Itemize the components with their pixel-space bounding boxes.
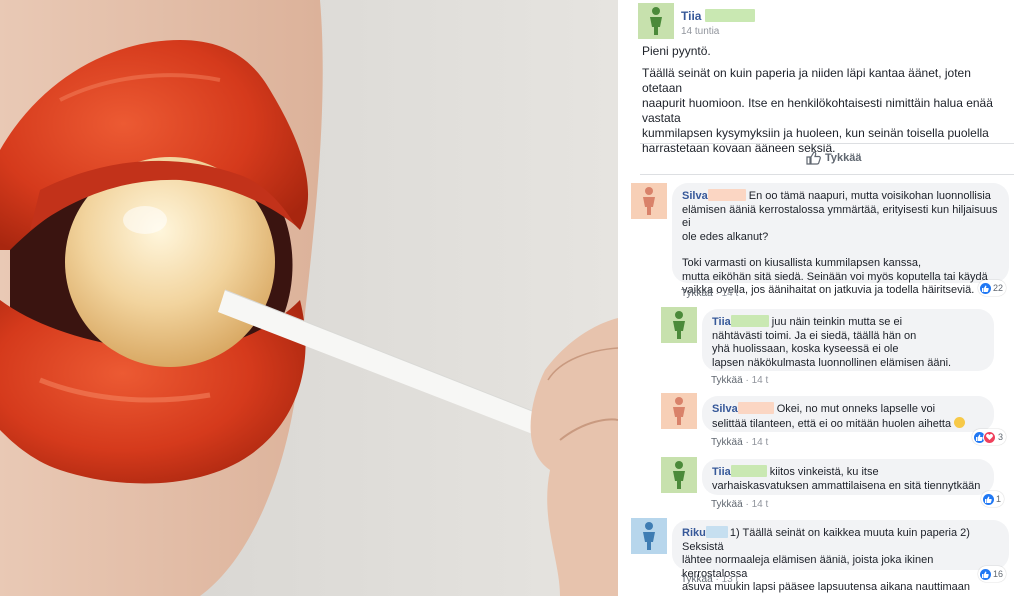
post-like-label[interactable]: Tykkää [825, 152, 862, 164]
comment-like-link[interactable]: Tykkää [711, 499, 743, 510]
reaction-summary[interactable]: 3 [972, 429, 1007, 445]
comment-bubble: Tiia juu näin teinkin mutta se ei nähtävä… [702, 309, 994, 371]
comment-like-link[interactable]: Tykkää [681, 288, 713, 299]
author-name-text[interactable]: Tiia [681, 9, 701, 23]
comment-time[interactable]: 14 t [722, 288, 739, 299]
commenter-avatar[interactable] [661, 307, 697, 343]
reaction-count: 16 [993, 569, 1004, 579]
redacted-surname [707, 189, 746, 201]
reaction-count: 1 [996, 494, 1002, 504]
user-icon [643, 187, 655, 215]
user-icon [673, 461, 685, 489]
commenter-name[interactable]: Silva [712, 403, 738, 415]
post-body-line: Täällä seinät on kuin paperia ja niiden … [642, 66, 971, 95]
comment-text: kiitos vinkeistä, ku itse [769, 466, 879, 478]
comment-meta: Tykkää · 14 t [711, 375, 768, 386]
reaction-count: 22 [993, 283, 1004, 293]
comment-text: yhä huolissaan, koska kyseessä ei ole [712, 343, 899, 355]
comment-bubble: Riku 1) Täällä seinät on kaikkea muuta ku… [672, 520, 1009, 593]
user-icon [643, 522, 655, 550]
user-icon [673, 397, 685, 425]
post-author-name[interactable]: Tiia [681, 9, 755, 23]
lips-illustration [0, 0, 618, 596]
post-intro: Pieni pyyntö. [642, 44, 711, 58]
comment-text: nähtävästi toimi. Ja ei siedä, täällä hä… [712, 329, 917, 342]
reaction-summary[interactable]: 16 [978, 566, 1007, 582]
comment-text: lapsen näkökulmasta luonnollinen elämise… [712, 356, 952, 369]
redacted-surname [730, 315, 769, 327]
comment-meta: Tykkää · 14 t [711, 437, 768, 448]
commenter-name[interactable]: Riku [682, 527, 706, 539]
divider [640, 174, 1014, 175]
comment-text: selittää tilanteen, että ei oo mitään hu… [712, 417, 952, 430]
comment-meta: Tykkää · 14 t [681, 288, 738, 299]
commenter-name[interactable]: Tiia [712, 316, 731, 328]
comment-meta: Tykkää · 13 t [681, 574, 738, 585]
comment-text: mutta eiköhän sitä siedä. Seinään voi my… [682, 270, 988, 283]
post-body-line: kummilapsen kysymyksiin ja huoleen, kun … [642, 126, 989, 140]
post-author-avatar[interactable] [638, 3, 674, 39]
smile-emoji-icon [954, 416, 966, 428]
reaction-count: 3 [998, 432, 1004, 442]
post-like-button[interactable]: Tykkää [806, 151, 862, 165]
like-reaction-icon [983, 493, 994, 505]
comment-time[interactable]: 14 t [752, 375, 769, 386]
comment-bubble: Tiia kiitos vinkeistä, ku itse varhaiskas… [702, 459, 994, 495]
like-reaction-icon [980, 282, 991, 294]
commenter-name[interactable]: Silva [682, 190, 708, 202]
comment-bubble: Silva Okei, no mut onneks lapselle voi se… [702, 396, 994, 432]
comment-text: ole edes alkanut? [682, 230, 769, 243]
like-reaction-icon [980, 568, 991, 580]
comment-time[interactable]: 14 t [752, 499, 769, 510]
comment-text: elämisen ääniä kerrostalossa ymmärtää, e… [682, 203, 998, 230]
facebook-post-panel: Tiia 14 tuntia Pieni pyyntö. Täällä sein… [620, 0, 1017, 596]
comment-text: juu näin teinkin mutta se ei [771, 316, 903, 328]
post-timestamp[interactable]: 14 tuntia [681, 26, 719, 37]
commenter-avatar[interactable] [661, 457, 697, 493]
user-icon [673, 311, 685, 339]
redacted-surname [730, 465, 767, 477]
comment-bubble: Silva En oo tämä naapuri, mutta voisikoh… [672, 183, 1009, 296]
redacted-surname [704, 9, 755, 22]
comment-like-link[interactable]: Tykkää [711, 437, 743, 448]
post-body-line: naapurit huomioon. Itse en henkilökohtai… [642, 96, 993, 125]
comment-time[interactable]: 13 t [722, 574, 739, 585]
comment-text: En oo tämä naapuri, mutta voisikohan luo… [748, 190, 991, 202]
comment-like-link[interactable]: Tykkää [681, 574, 713, 585]
commenter-avatar[interactable] [661, 393, 697, 429]
love-reaction-icon [983, 430, 996, 444]
comment-text: Okei, no mut onneks lapselle voi [776, 403, 936, 415]
comment-time[interactable]: 14 t [752, 437, 769, 448]
commenter-name[interactable]: Tiia [712, 466, 731, 478]
redacted-surname [737, 402, 774, 414]
divider [640, 143, 1014, 144]
user-icon [650, 7, 662, 35]
reaction-summary[interactable]: 22 [978, 280, 1007, 296]
commenter-avatar[interactable] [631, 518, 667, 554]
thumbs-up-icon [806, 151, 821, 165]
comment-text: Toki varmasti on kiusallista kummilapsen… [682, 257, 922, 269]
comment-text: varhaiskasvatuksen ammattilaisena en sit… [712, 479, 981, 492]
commenter-avatar[interactable] [631, 183, 667, 219]
reaction-summary[interactable]: 1 [981, 491, 1005, 507]
redacted-surname [705, 526, 728, 538]
lollipop-photo [0, 0, 618, 596]
comment-meta: Tykkää · 14 t [711, 499, 768, 510]
comment-like-link[interactable]: Tykkää [711, 375, 743, 386]
